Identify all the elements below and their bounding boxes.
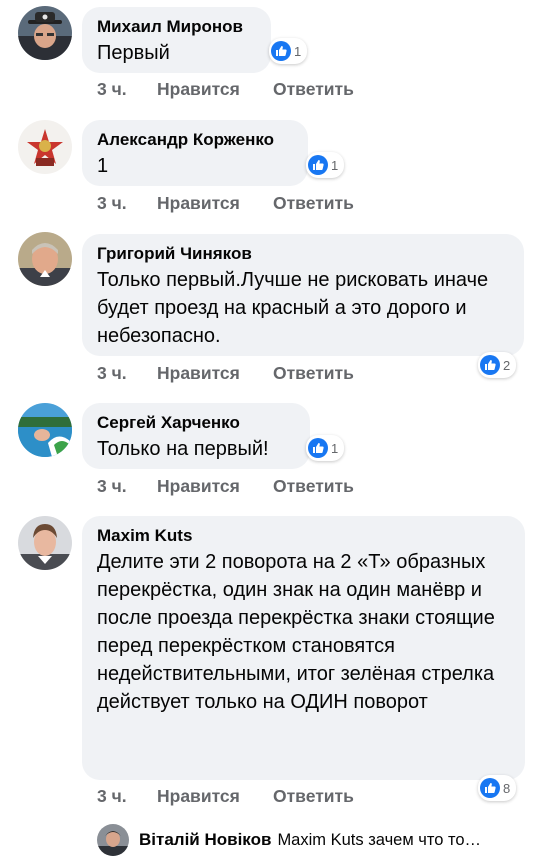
comment-text: Только первый.Лучше не рисковать иначе б… xyxy=(97,269,489,347)
avatar[interactable] xyxy=(18,6,72,60)
like-button[interactable]: Нравится xyxy=(157,786,273,807)
comment-author[interactable]: Maxim Kuts xyxy=(97,525,509,547)
avatar-beach xyxy=(18,403,72,457)
reaction-count[interactable]: 2 xyxy=(478,352,517,378)
reaction-number: 2 xyxy=(503,357,511,373)
like-button[interactable]: Нравится xyxy=(157,79,273,100)
comment-bubble: Maxim Kuts Делите эти 2 поворота на 2 «Т… xyxy=(82,516,525,780)
reaction-number: 1 xyxy=(294,43,302,59)
avatar-man xyxy=(18,232,72,286)
reply-button[interactable]: Ответить xyxy=(273,79,354,100)
comment-time[interactable]: 3 ч. xyxy=(97,193,157,214)
comment-actions: 3 ч. Нравится Ответить xyxy=(97,476,354,497)
avatar[interactable] xyxy=(97,824,129,856)
reaction-count[interactable]: 1 xyxy=(269,38,308,64)
avatar-man-hat xyxy=(18,6,72,60)
like-button[interactable]: Нравится xyxy=(157,193,273,214)
comment-bubble: Григорий Чиняков Только первый.Лучше не … xyxy=(82,234,524,356)
comment-actions: 3 ч. Нравится Ответить xyxy=(97,363,354,384)
comment-time[interactable]: 3 ч. xyxy=(97,786,157,807)
avatar[interactable] xyxy=(18,516,72,570)
reaction-number: 1 xyxy=(331,440,339,456)
reaction-number: 1 xyxy=(331,157,339,173)
comment-actions: 3 ч. Нравится Ответить xyxy=(97,79,354,100)
avatar-reply-user xyxy=(97,824,129,856)
reaction-count[interactable]: 1 xyxy=(306,152,345,178)
reply-text: Maxim Kuts зачем что то… xyxy=(277,830,482,849)
reaction-count[interactable]: 1 xyxy=(306,435,345,461)
comment-time[interactable]: 3 ч. xyxy=(97,363,157,384)
thumbs-up-icon xyxy=(480,778,500,798)
comment-bubble: Александр Корженко 1 xyxy=(82,120,308,186)
reply-button[interactable]: Ответить xyxy=(273,476,354,497)
reply-preview[interactable]: Віталій Новіков Maxim Kuts зачем что то… xyxy=(97,823,481,857)
reaction-number: 8 xyxy=(503,780,511,796)
reply-button[interactable]: Ответить xyxy=(273,363,354,384)
comment-bubble: Михаил Миронов Первый xyxy=(82,7,271,73)
like-button[interactable]: Нравится xyxy=(157,363,273,384)
avatar-young-man xyxy=(18,516,72,570)
comment-time[interactable]: 3 ч. xyxy=(97,476,157,497)
comment-actions: 3 ч. Нравится Ответить xyxy=(97,193,354,214)
reply-button[interactable]: Ответить xyxy=(273,193,354,214)
comment-author[interactable]: Григорий Чиняков xyxy=(97,243,508,265)
reply-author[interactable]: Віталій Новіков xyxy=(139,830,271,850)
comment-text: Первый xyxy=(97,42,170,64)
like-button[interactable]: Нравится xyxy=(157,476,273,497)
comment-author[interactable]: Сергей Харченко xyxy=(97,412,294,434)
thumbs-up-icon xyxy=(308,438,328,458)
thumbs-up-icon xyxy=(480,355,500,375)
comment-bubble: Сергей Харченко Только на первый! xyxy=(82,403,310,469)
comment-text: Только на первый! xyxy=(97,438,269,460)
comment-time[interactable]: 3 ч. xyxy=(97,79,157,100)
reply-button[interactable]: Ответить xyxy=(273,786,354,807)
comment-text: Делите эти 2 поворота на 2 «Т» образных … xyxy=(97,551,495,713)
comment-author[interactable]: Михаил Миронов xyxy=(97,16,255,38)
reaction-count[interactable]: 8 xyxy=(478,775,517,801)
comment-author[interactable]: Александр Корженко xyxy=(97,129,292,151)
comment-text: 1 xyxy=(97,155,109,177)
thumbs-up-icon xyxy=(271,41,291,61)
avatar[interactable] xyxy=(18,403,72,457)
avatar-medal xyxy=(18,120,72,174)
avatar[interactable] xyxy=(18,120,72,174)
avatar[interactable] xyxy=(18,232,72,286)
comment-actions: 3 ч. Нравится Ответить xyxy=(97,786,354,807)
thumbs-up-icon xyxy=(308,155,328,175)
